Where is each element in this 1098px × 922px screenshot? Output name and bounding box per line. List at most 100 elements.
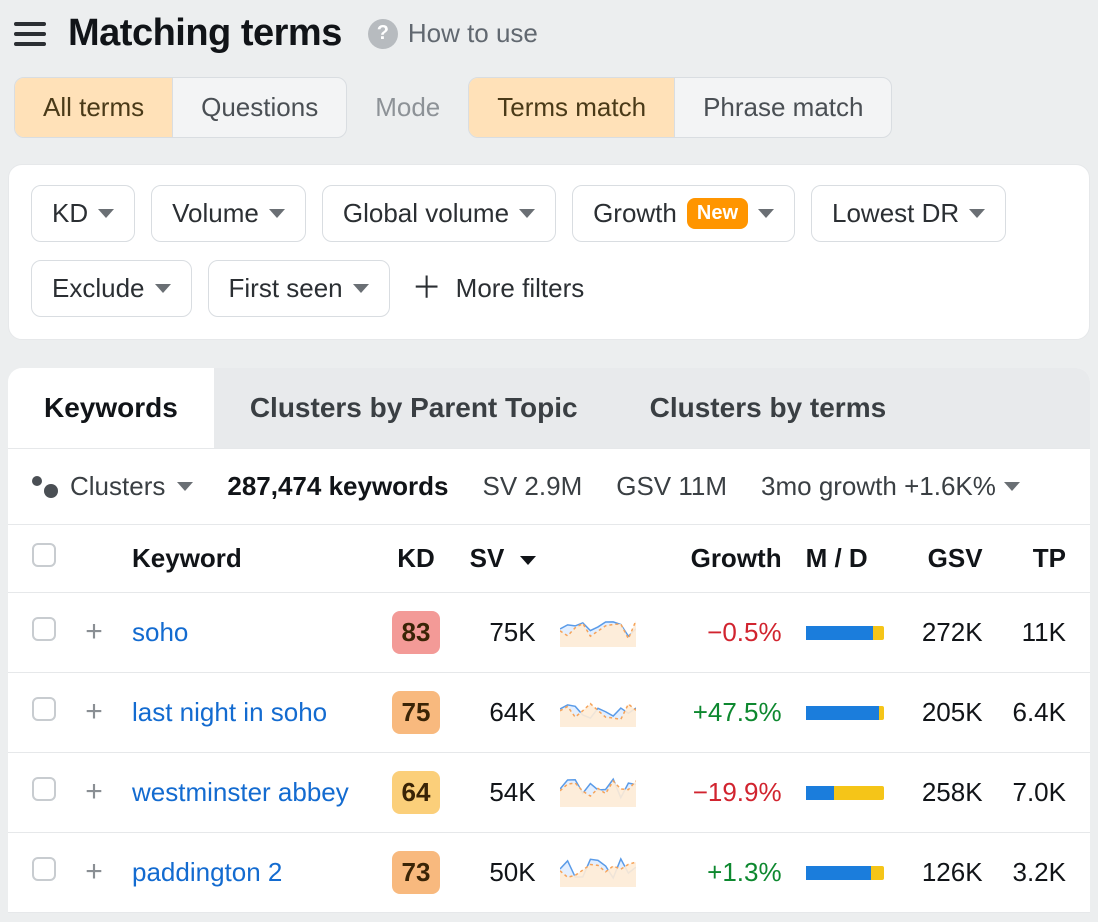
new-badge: New <box>687 198 748 229</box>
caret-down-icon <box>353 284 369 293</box>
match-mode-toggle: Terms match Phrase match <box>468 77 892 138</box>
filter-kd-label: KD <box>52 198 88 229</box>
filter-growth-label: Growth <box>593 198 677 229</box>
tab-keywords[interactable]: Keywords <box>8 368 214 448</box>
col-growth[interactable]: Growth <box>648 525 794 593</box>
cluster-icon <box>32 476 58 498</box>
how-to-use-label: How to use <box>408 18 538 49</box>
plus-icon: ＋ <box>412 274 442 304</box>
row-checkbox[interactable] <box>32 857 56 881</box>
filter-lowest-dr[interactable]: Lowest DR <box>811 185 1006 242</box>
trend-sparkline <box>548 833 648 913</box>
tab-all-terms[interactable]: All terms <box>15 78 172 137</box>
tp-value: 3.2K <box>995 833 1090 913</box>
mobile-desktop-bar <box>794 593 896 673</box>
table-row: +soho8375K−0.5%272K11K <box>8 593 1090 673</box>
row-checkbox[interactable] <box>32 777 56 801</box>
trend-sparkline <box>548 593 648 673</box>
expand-row-button[interactable]: + <box>80 618 108 646</box>
tab-phrase-match[interactable]: Phrase match <box>674 78 891 137</box>
gsv-value: 272K <box>896 593 995 673</box>
filter-kd[interactable]: KD <box>31 185 135 242</box>
col-sv[interactable]: SV <box>452 525 548 593</box>
result-tabs: Keywords Clusters by Parent Topic Cluste… <box>8 368 1090 449</box>
filter-global-volume[interactable]: Global volume <box>322 185 556 242</box>
tab-clusters-terms[interactable]: Clusters by terms <box>614 368 923 448</box>
filter-growth[interactable]: Growth New <box>572 185 795 242</box>
sv-total: SV 2.9M <box>483 471 583 502</box>
tab-questions[interactable]: Questions <box>172 78 346 137</box>
sv-value: 75K <box>452 593 548 673</box>
growth-value: +1.3% <box>648 833 794 913</box>
caret-down-icon <box>758 209 774 218</box>
col-tp[interactable]: TP <box>995 525 1090 593</box>
col-kd[interactable]: KD <box>380 525 452 593</box>
help-icon: ? <box>368 19 398 49</box>
sv-value: 54K <box>452 753 548 833</box>
caret-down-icon <box>969 209 985 218</box>
keyword-link[interactable]: paddington 2 <box>132 857 282 887</box>
terms-questions-toggle: All terms Questions <box>14 77 347 138</box>
keywords-table: Keyword KD SV Growth M / D GSV TP +soho8… <box>8 524 1090 913</box>
gsv-value: 205K <box>896 673 995 753</box>
gsv-total: GSV 11M <box>616 471 727 502</box>
kd-badge: 64 <box>392 771 440 814</box>
how-to-use-link[interactable]: ? How to use <box>368 18 538 49</box>
header: Matching terms ? How to use <box>0 0 1098 55</box>
growth-value: −19.9% <box>648 753 794 833</box>
filter-volume-label: Volume <box>172 198 259 229</box>
page-title: Matching terms <box>68 12 342 55</box>
caret-down-icon <box>98 209 114 218</box>
filter-exclude-label: Exclude <box>52 273 145 304</box>
mode-label: Mode <box>375 92 440 123</box>
keyword-count: 287,474 keywords <box>227 471 448 502</box>
trend-sparkline <box>548 673 648 753</box>
expand-row-button[interactable]: + <box>80 778 108 806</box>
clusters-dropdown[interactable]: Clusters <box>32 471 193 502</box>
filter-volume[interactable]: Volume <box>151 185 306 242</box>
filters-panel: KD Volume Global volume Growth New Lowes… <box>8 164 1090 340</box>
sv-value: 50K <box>452 833 548 913</box>
mobile-desktop-bar <box>794 673 896 753</box>
col-gsv[interactable]: GSV <box>896 525 995 593</box>
filter-exclude[interactable]: Exclude <box>31 260 192 317</box>
filter-global-volume-label: Global volume <box>343 198 509 229</box>
tab-clusters-parent[interactable]: Clusters by Parent Topic <box>214 368 614 448</box>
tab-terms-match[interactable]: Terms match <box>469 78 674 137</box>
caret-down-icon <box>519 209 535 218</box>
hamburger-menu-icon[interactable] <box>14 18 46 50</box>
table-row: +last night in soho7564K+47.5%205K6.4K <box>8 673 1090 753</box>
row-checkbox[interactable] <box>32 617 56 641</box>
keyword-link[interactable]: soho <box>132 617 188 647</box>
gsv-value: 126K <box>896 833 995 913</box>
keyword-link[interactable]: last night in soho <box>132 697 327 727</box>
growth-period-dropdown[interactable]: 3mo growth +1.6K% <box>761 471 1020 502</box>
expand-row-button[interactable]: + <box>80 858 108 886</box>
growth-value: +47.5% <box>648 673 794 753</box>
more-filters-button[interactable]: ＋ More filters <box>406 263 591 314</box>
caret-down-icon <box>269 209 285 218</box>
sort-desc-icon <box>520 556 536 565</box>
clusters-label: Clusters <box>70 471 165 502</box>
tp-value: 7.0K <box>995 753 1090 833</box>
mobile-desktop-bar <box>794 833 896 913</box>
mode-row: All terms Questions Mode Terms match Phr… <box>0 55 1098 164</box>
kd-badge: 75 <box>392 691 440 734</box>
tp-value: 6.4K <box>995 673 1090 753</box>
col-keyword[interactable]: Keyword <box>120 525 380 593</box>
select-all-checkbox[interactable] <box>32 543 56 567</box>
filter-first-seen[interactable]: First seen <box>208 260 390 317</box>
keyword-link[interactable]: westminster abbey <box>132 777 349 807</box>
kd-badge: 73 <box>392 851 440 894</box>
tp-value: 11K <box>995 593 1090 673</box>
table-row: + paddington 2 73 50K +1.3% 126K3.2K <box>8 833 1090 913</box>
gsv-value: 258K <box>896 753 995 833</box>
col-md[interactable]: M / D <box>794 525 896 593</box>
results-panel: Keywords Clusters by Parent Topic Cluste… <box>8 368 1090 913</box>
row-checkbox[interactable] <box>32 697 56 721</box>
caret-down-icon <box>1004 482 1020 491</box>
table-row: + westminster abbey 64 54K −19.9% 258K7.0K <box>8 753 1090 833</box>
caret-down-icon <box>177 482 193 491</box>
expand-row-button[interactable]: + <box>80 698 108 726</box>
caret-down-icon <box>155 284 171 293</box>
